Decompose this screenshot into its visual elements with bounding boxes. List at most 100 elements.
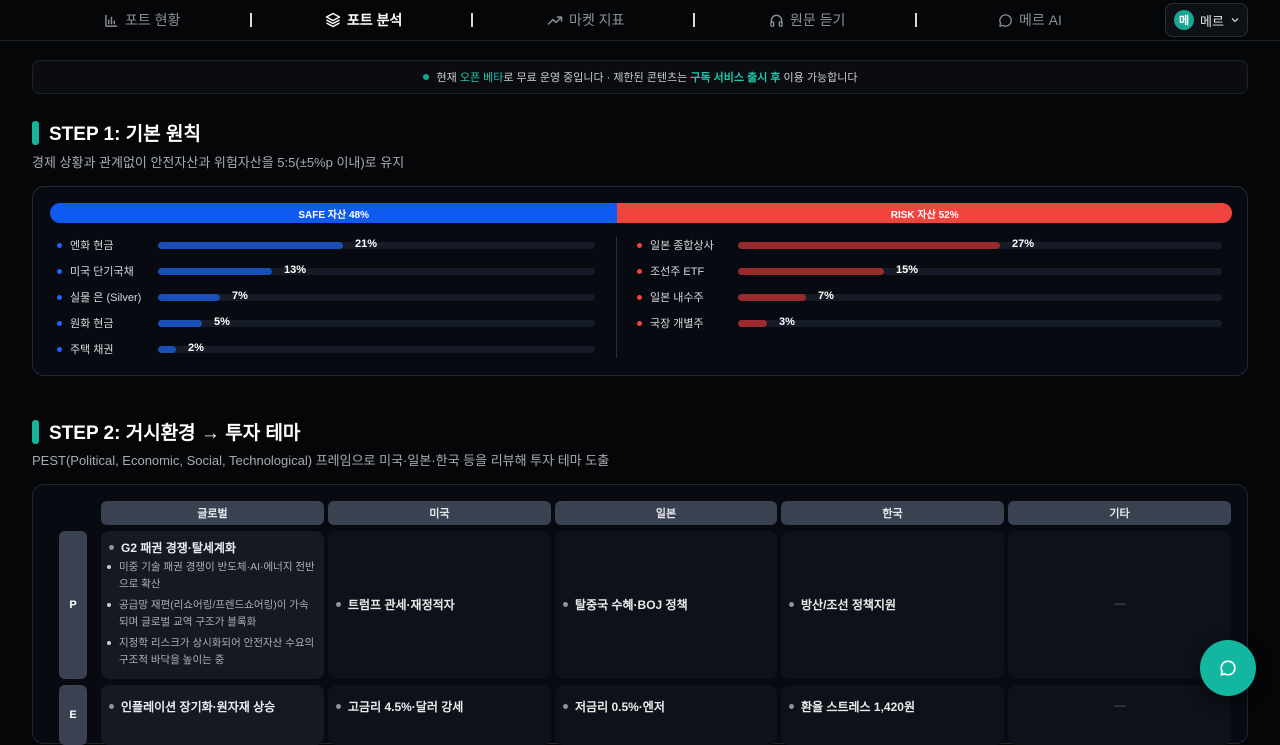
- allocation-track: 7%: [738, 290, 1222, 302]
- allocation-percent: 27%: [1012, 237, 1035, 250]
- cell-main-item: 탈중국 수혜·BOJ 정책: [563, 596, 688, 613]
- cell-title: 방산/조선 정책지원: [801, 598, 896, 612]
- cell-title: 인플레이션 장기화·원자재 상승: [121, 700, 276, 714]
- cell-us-economic: 고금리 4.5%·달러 강세: [328, 685, 551, 745]
- cell-global-economic: 인플레이션 장기화·원자재 상승: [101, 685, 324, 745]
- nav-tab-market-indicators[interactable]: 마켓 지표: [547, 0, 624, 40]
- bullet-icon: [637, 268, 642, 274]
- allocation-row: 미국 단기국채 13%: [57, 263, 595, 279]
- notice-suffix: 이용 가능합니다: [780, 72, 858, 84]
- allocation-percent: 3%: [779, 315, 795, 328]
- avatar: 메: [1174, 10, 1194, 30]
- bullet-icon: [109, 545, 114, 550]
- nav-tab-meru-ai[interactable]: 메르 AI: [998, 0, 1062, 40]
- step2-heading: STEP 2: 거시환경 → 투자 테마: [32, 418, 300, 445]
- user-name: 메르: [1200, 13, 1224, 29]
- nav-separator: [915, 13, 917, 27]
- allocation-track: 5%: [158, 316, 595, 328]
- allocation-label: 조선주 ETF: [650, 266, 705, 278]
- row-tag-political: P: [59, 531, 87, 679]
- trend-up-icon: [547, 16, 563, 25]
- bullet-icon: [637, 320, 642, 326]
- allocation-label: 주택 채권: [70, 344, 114, 356]
- allocation-percent: 13%: [284, 263, 307, 276]
- cell-japan-political: 탈중국 수혜·BOJ 정책: [555, 531, 777, 679]
- bullet-icon: [789, 602, 794, 607]
- cell-us-political: 트럼프 관세·재정적자: [328, 531, 551, 679]
- cell-title: 환율 스트레스 1,420원: [801, 700, 915, 714]
- pest-matrix-card: 글로벌 미국 일본 한국 기타 P G2 패권 경쟁·탈세계화 미중 기술 패권…: [32, 484, 1248, 745]
- step1-subtitle: 경제 상황과 관계없이 안전자산과 위험자산을 5:5(±5%p 이내)로 유지: [32, 155, 405, 170]
- allocation-label: 국장 개별주: [650, 318, 704, 330]
- nav-tab-portfolio-status[interactable]: 포트 현황: [104, 0, 180, 40]
- cell-sub-point: 미중 기술 패권 경쟁이 반도체·AI·에너지 전반으로 확산: [107, 559, 317, 593]
- allocation-label: 일본 종합상사: [650, 240, 714, 252]
- bullet-icon: [109, 704, 114, 709]
- user-menu-button[interactable]: 메 메르: [1165, 3, 1248, 37]
- allocation-percent: 2%: [188, 341, 204, 354]
- headphones-icon: [770, 14, 783, 27]
- nav-tab-label: 메르 AI: [1019, 12, 1062, 28]
- chat-bubble-icon: [999, 13, 1012, 27]
- notice-middle: 로 무료 운영 중입니다 · 제한된 콘텐츠는: [503, 72, 691, 84]
- cell-main-item: 인플레이션 장기화·원자재 상승: [109, 698, 275, 715]
- beta-notice-banner: 현재 오픈 베타 로 무료 운영 중입니다 · 제한된 콘텐츠는 구독 서비스 …: [32, 60, 1248, 94]
- allocation-label: 실물 은 (Silver): [70, 292, 142, 304]
- nav-tab-listen-original[interactable]: 원문 듣기: [769, 0, 845, 40]
- bullet-icon: [57, 268, 62, 274]
- cell-title: 고금리 4.5%·달러 강세: [348, 700, 464, 714]
- status-dot-icon: [422, 74, 429, 80]
- cell-main-item: 저금리 0.5%·엔저: [563, 698, 665, 715]
- step1-heading: STEP 1: 기본 원칙: [32, 119, 201, 146]
- bullet-icon: [637, 242, 642, 248]
- empty-placeholder: —: [1114, 596, 1126, 610]
- column-header-global: 글로벌: [101, 501, 324, 525]
- allocation-row: 일본 종합상사 27%: [637, 237, 1222, 253]
- nav-tab-portfolio-analysis[interactable]: 포트 분석: [325, 0, 402, 40]
- column-header-us: 미국: [328, 501, 551, 525]
- allocation-track: 3%: [738, 316, 1222, 328]
- allocation-percent: 5%: [214, 315, 230, 328]
- cell-main-item: G2 패권 경쟁·탈세계화: [109, 539, 236, 556]
- bar-chart-icon: [105, 14, 118, 27]
- cell-main-item: 트럼프 관세·재정적자: [336, 596, 455, 613]
- chevron-down-icon: [1231, 18, 1239, 23]
- allocation-fill: [738, 267, 884, 275]
- nav-tab-label: 포트 현황: [125, 12, 181, 28]
- cell-title: 탈중국 수혜·BOJ 정책: [575, 598, 688, 612]
- allocation-row: 엔화 현금 21%: [57, 237, 595, 253]
- allocation-percent: 21%: [355, 237, 378, 250]
- bullet-icon: [563, 704, 568, 709]
- allocation-track: 2%: [158, 342, 595, 354]
- nav-separator: [693, 13, 695, 27]
- bullet-icon: [336, 704, 341, 709]
- safe-ratio-segment: SAFE 자산 48%: [50, 203, 618, 223]
- risk-ratio-segment: RISK 자산 52%: [617, 203, 1232, 223]
- nav-tab-label: 마켓 지표: [569, 12, 625, 28]
- allocation-fill: [158, 267, 272, 275]
- step-accent-bar: [32, 120, 39, 145]
- allocation-fill: [158, 319, 202, 327]
- cell-global-political: G2 패권 경쟁·탈세계화 미중 기술 패권 경쟁이 반도체·AI·에너지 전반…: [101, 531, 324, 679]
- allocation-track: 15%: [738, 264, 1222, 276]
- allocation-fill: [738, 319, 767, 327]
- bullet-icon: [336, 602, 341, 607]
- bullet-icon: [57, 320, 62, 326]
- notice-prefix: 현재: [436, 72, 460, 84]
- bullet-icon: [789, 704, 794, 709]
- chat-fab-button[interactable]: [1200, 640, 1256, 696]
- cell-korea-political: 방산/조선 정책지원: [781, 531, 1004, 679]
- cell-other-economic: —: [1008, 685, 1231, 745]
- cell-sub-point: 공급망 재편(리쇼어링/프렌드쇼어링)이 가속되며 글로벌 교역 구조가 블록화: [107, 597, 317, 631]
- column-header-other: 기타: [1008, 501, 1231, 525]
- column-header-japan: 일본: [555, 501, 777, 525]
- allocation-row: 조선주 ETF 15%: [637, 263, 1222, 279]
- allocation-label: 엔화 현금: [70, 240, 114, 252]
- column-divider: [616, 237, 617, 358]
- nav-tab-label: 원문 듣기: [790, 12, 846, 28]
- allocation-track: 21%: [158, 238, 595, 250]
- allocation-card: SAFE 자산 48% RISK 자산 52% 엔화 현금 21% 미국 단기국채 1…: [32, 186, 1248, 376]
- allocation-row: 일본 내수주 7%: [637, 289, 1222, 305]
- column-header-korea: 한국: [781, 501, 1004, 525]
- allocation-percent: 7%: [818, 289, 834, 302]
